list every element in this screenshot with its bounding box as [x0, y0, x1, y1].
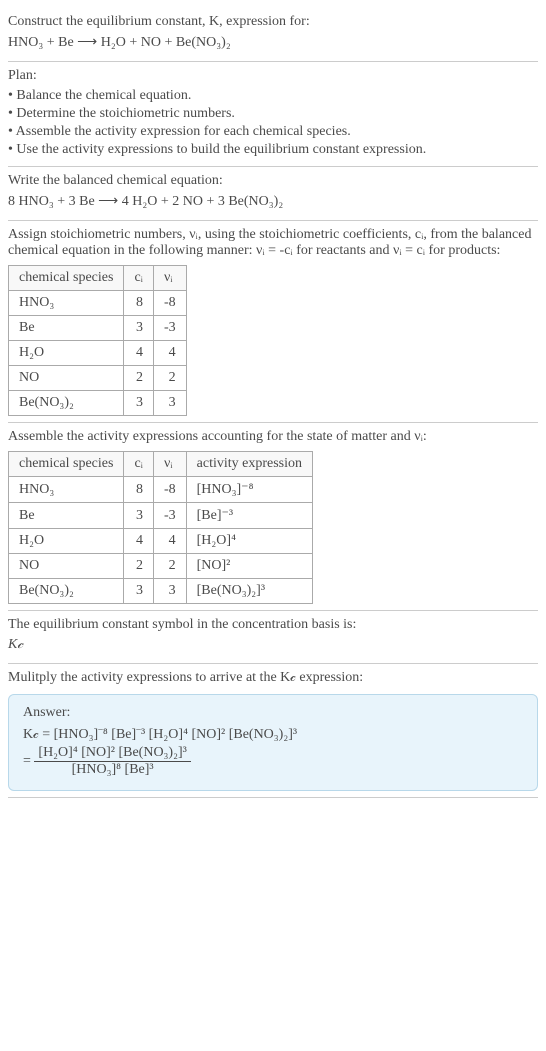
cell-vi: -8 [153, 477, 186, 503]
table-row: NO 2 2 [NO]² [9, 554, 313, 579]
balanced-equation: 8 HNO₃ + 3 Be ⟶ 4 H₂O + 2 NO + 3 Be(NO₃)… [8, 193, 538, 210]
cell-species: Be(NO₃)₂ [9, 391, 124, 416]
cell-vi: 2 [153, 366, 186, 391]
plan-item: • Balance the chemical equation. [8, 88, 538, 104]
plan-list: • Balance the chemical equation. • Deter… [8, 88, 538, 158]
cell-ci: 4 [124, 529, 154, 554]
activity-table: chemical species cᵢ νᵢ activity expressi… [8, 451, 313, 604]
plan-item: • Assemble the activity expression for e… [8, 124, 538, 140]
fraction: [H₂O]⁴ [NO]² [Be(NO₃)₂]³ [HNO₃]⁸ [Be]³ [34, 745, 190, 778]
table-row: Be(NO₃)₂ 3 3 [Be(NO₃)₂]³ [9, 579, 313, 604]
col-ci: cᵢ [124, 266, 154, 291]
cell-vi: -3 [153, 503, 186, 529]
stoich-section: Assign stoichiometric numbers, νᵢ, using… [8, 221, 538, 423]
intro-section: Construct the equilibrium constant, K, e… [8, 8, 538, 62]
cell-activity: [HNO₃]⁻⁸ [186, 477, 312, 503]
col-vi: νᵢ [153, 266, 186, 291]
fraction-numerator: [H₂O]⁴ [NO]² [Be(NO₃)₂]³ [34, 745, 190, 762]
cell-vi: 3 [153, 391, 186, 416]
cell-activity: [Be(NO₃)₂]³ [186, 579, 312, 604]
answer-label: Answer: [23, 705, 523, 721]
table-header-row: chemical species cᵢ νᵢ activity expressi… [9, 452, 313, 477]
symbol-line: The equilibrium constant symbol in the c… [8, 617, 538, 633]
cell-vi: 2 [153, 554, 186, 579]
table-row: Be(NO₃)₂ 3 3 [9, 391, 187, 416]
stoich-text: Assign stoichiometric numbers, νᵢ, using… [8, 227, 538, 259]
table-row: HNO₃ 8 -8 [9, 291, 187, 316]
table-row: HNO₃ 8 -8 [HNO₃]⁻⁸ [9, 477, 313, 503]
col-activity: activity expression [186, 452, 312, 477]
answer-line1: K𝒸 = [HNO₃]⁻⁸ [Be]⁻³ [H₂O]⁴ [NO]² [Be(NO… [23, 727, 523, 743]
cell-species: H₂O [9, 341, 124, 366]
activity-text: Assemble the activity expressions accoun… [8, 429, 538, 445]
symbol-section: The equilibrium constant symbol in the c… [8, 611, 538, 664]
cell-vi: 4 [153, 529, 186, 554]
cell-species: Be(NO₃)₂ [9, 579, 124, 604]
cell-activity: [NO]² [186, 554, 312, 579]
activity-section: Assemble the activity expressions accoun… [8, 423, 538, 611]
cell-ci: 3 [124, 391, 154, 416]
stoich-table: chemical species cᵢ νᵢ HNO₃ 8 -8 Be 3 -3… [8, 265, 187, 416]
balanced-section: Write the balanced chemical equation: 8 … [8, 167, 538, 221]
cell-ci: 3 [124, 579, 154, 604]
cell-vi: 4 [153, 341, 186, 366]
cell-species: HNO₃ [9, 291, 124, 316]
intro-equation: HNO₃ + Be ⟶ H₂O + NO + Be(NO₃)₂ [8, 34, 538, 51]
cell-ci: 3 [124, 316, 154, 341]
cell-species: Be [9, 503, 124, 529]
col-species: chemical species [9, 266, 124, 291]
cell-ci: 2 [124, 554, 154, 579]
cell-species: Be [9, 316, 124, 341]
cell-activity: [Be]⁻³ [186, 503, 312, 529]
plan-section: Plan: • Balance the chemical equation. •… [8, 62, 538, 167]
table-row: Be 3 -3 [9, 316, 187, 341]
balanced-line: Write the balanced chemical equation: [8, 173, 538, 189]
multiply-section: Mulitply the activity expressions to arr… [8, 664, 538, 798]
plan-item: • Determine the stoichiometric numbers. [8, 106, 538, 122]
cell-vi: -3 [153, 316, 186, 341]
table-row: Be 3 -3 [Be]⁻³ [9, 503, 313, 529]
cell-activity: [H₂O]⁴ [186, 529, 312, 554]
equals-sign: = [23, 754, 31, 769]
cell-ci: 8 [124, 291, 154, 316]
table-row: H₂O 4 4 [9, 341, 187, 366]
table-header-row: chemical species cᵢ νᵢ [9, 266, 187, 291]
plan-item: • Use the activity expressions to build … [8, 142, 538, 158]
cell-ci: 8 [124, 477, 154, 503]
cell-species: HNO₃ [9, 477, 124, 503]
multiply-text: Mulitply the activity expressions to arr… [8, 670, 538, 686]
intro-line: Construct the equilibrium constant, K, e… [8, 14, 538, 30]
answer-box: Answer: K𝒸 = [HNO₃]⁻⁸ [Be]⁻³ [H₂O]⁴ [NO]… [8, 694, 538, 791]
col-species: chemical species [9, 452, 124, 477]
table-row: NO 2 2 [9, 366, 187, 391]
col-vi: νᵢ [153, 452, 186, 477]
symbol-value: K𝒸 [8, 637, 538, 653]
answer-line2: = [H₂O]⁴ [NO]² [Be(NO₃)₂]³ [HNO₃]⁸ [Be]³ [23, 745, 523, 778]
plan-title: Plan: [8, 68, 538, 84]
cell-ci: 4 [124, 341, 154, 366]
cell-species: NO [9, 366, 124, 391]
cell-ci: 2 [124, 366, 154, 391]
cell-species: H₂O [9, 529, 124, 554]
col-ci: cᵢ [124, 452, 154, 477]
cell-vi: -8 [153, 291, 186, 316]
fraction-denominator: [HNO₃]⁸ [Be]³ [34, 762, 190, 778]
cell-vi: 3 [153, 579, 186, 604]
kc-symbol: K𝒸 [8, 637, 23, 652]
table-row: H₂O 4 4 [H₂O]⁴ [9, 529, 313, 554]
cell-ci: 3 [124, 503, 154, 529]
cell-species: NO [9, 554, 124, 579]
